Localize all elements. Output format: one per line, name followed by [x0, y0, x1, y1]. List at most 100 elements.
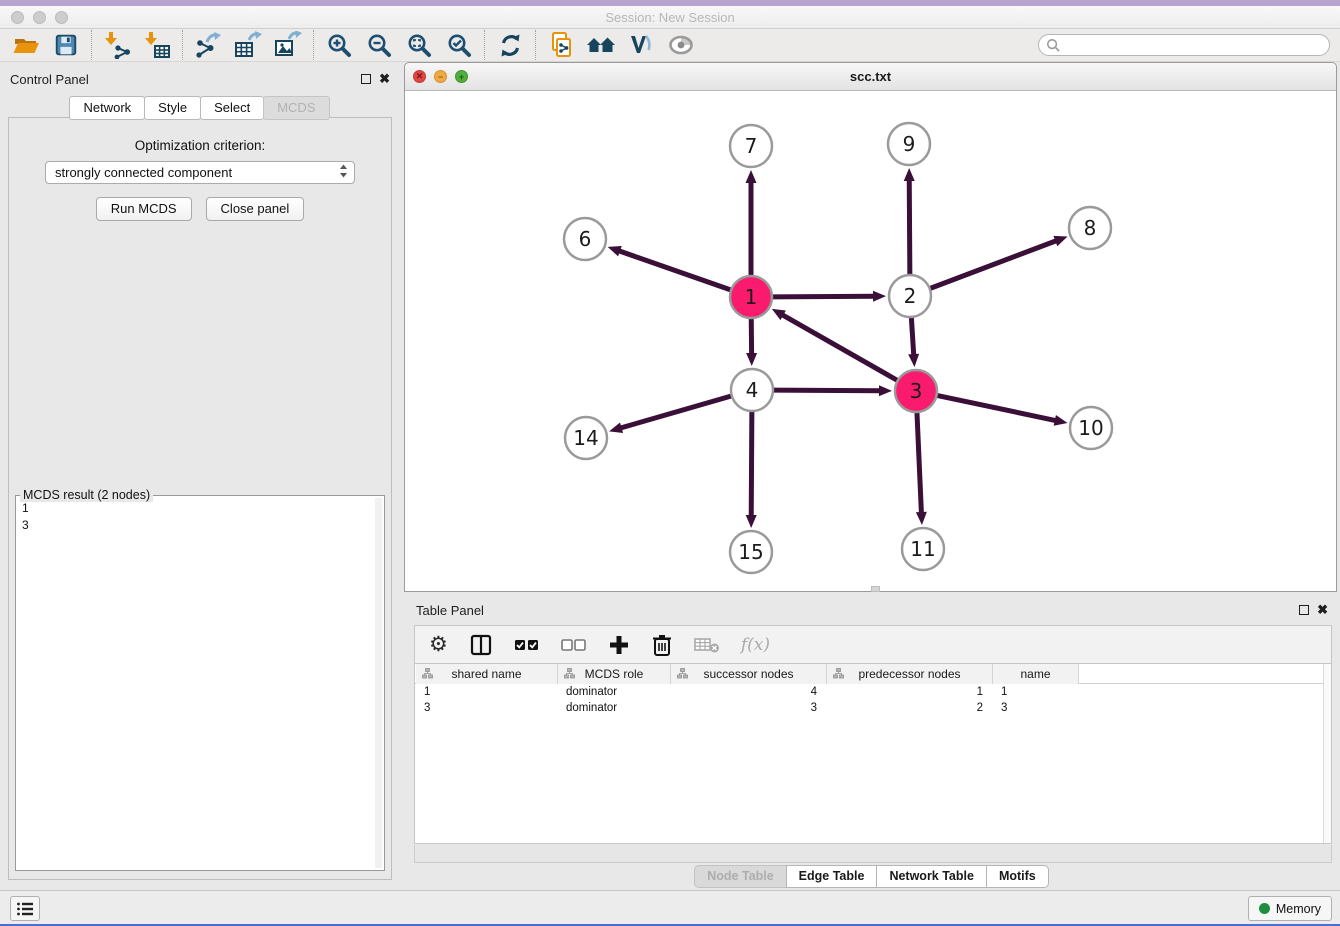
task-history-button[interactable]: [10, 896, 40, 921]
zoom-in-icon: [326, 32, 353, 59]
cell-predecessor-nodes[interactable]: 1: [827, 684, 993, 700]
zoom-selected-button[interactable]: [439, 30, 479, 61]
edge-1-2[interactable]: [773, 296, 875, 297]
import-table-button[interactable]: [137, 30, 177, 61]
edge-arrowhead: [609, 422, 623, 433]
cell-shared-name[interactable]: 3: [416, 700, 558, 716]
cell-successor-nodes[interactable]: 4: [671, 684, 827, 700]
clone-network-button[interactable]: [541, 30, 581, 61]
cell-predecessor-nodes[interactable]: 2: [827, 700, 993, 716]
close-panel-icon[interactable]: ✖: [379, 74, 390, 84]
apply-visual-style-button[interactable]: [621, 30, 661, 61]
edge-3-1[interactable]: [781, 314, 896, 380]
column-header-shared-name[interactable]: shared name: [416, 664, 558, 684]
column-sort-icon[interactable]: [677, 668, 688, 679]
apply-preferred-layout-button[interactable]: [581, 30, 621, 61]
node-label-9: 9: [903, 132, 916, 156]
network-view-window: ✕ − + scc.txt 1234678910111415: [404, 62, 1337, 592]
node-label-8: 8: [1084, 216, 1097, 240]
deselect-all-icon: [561, 637, 587, 653]
column-header-mcds-role[interactable]: MCDS role: [558, 664, 671, 684]
table-toolbar: ⚙: [414, 625, 1332, 664]
node-label-3: 3: [910, 379, 923, 403]
search-input[interactable]: [1061, 36, 1329, 54]
network-window-title: scc.txt: [405, 69, 1336, 84]
float-table-panel-icon[interactable]: [1299, 605, 1309, 615]
export-table-button[interactable]: [228, 30, 268, 61]
save-session-button[interactable]: [46, 30, 86, 61]
column-header-successor-nodes[interactable]: successor nodes: [671, 664, 827, 684]
close-panel-button[interactable]: Close panel: [206, 197, 305, 221]
edge-arrowhead: [879, 385, 892, 396]
visual-style-icon: [627, 31, 655, 59]
tab-edge-table[interactable]: Edge Table: [786, 865, 878, 888]
split-panel-button[interactable]: [469, 633, 493, 657]
column-sort-icon[interactable]: [833, 668, 844, 679]
edge-1-6[interactable]: [618, 251, 730, 290]
table-row-2[interactable]: 3dominator323: [415, 700, 1331, 716]
column-sort-icon[interactable]: [422, 668, 433, 679]
tab-motifs[interactable]: Motifs: [986, 865, 1049, 888]
cell-successor-nodes[interactable]: 3: [671, 700, 827, 716]
control-panel: Control Panel ✖ NetworkStyleSelectMCDS O…: [0, 62, 400, 888]
deselect-all-button[interactable]: [561, 637, 587, 653]
edge-3-11[interactable]: [917, 413, 921, 514]
optimization-criterion-label: Optimization criterion:: [9, 138, 391, 153]
delete-table-button[interactable]: [694, 635, 720, 655]
tab-network-table[interactable]: Network Table: [876, 865, 987, 888]
tab-select[interactable]: Select: [200, 96, 264, 120]
tab-node-table[interactable]: Node Table: [694, 865, 786, 888]
export-network-icon: [194, 31, 222, 59]
tab-style[interactable]: Style: [144, 96, 201, 120]
open-session-button[interactable]: [6, 30, 46, 61]
table-settings-button[interactable]: ⚙: [429, 635, 448, 655]
export-network-button[interactable]: [188, 30, 228, 61]
float-panel-icon[interactable]: [361, 74, 371, 84]
cell-name[interactable]: 1: [993, 684, 1079, 700]
edge-arrowhead: [908, 354, 919, 367]
tab-network[interactable]: Network: [69, 96, 145, 120]
search-field[interactable]: [1038, 34, 1330, 56]
fx-icon: f(x): [741, 635, 770, 655]
edge-arrowhead: [904, 168, 915, 181]
network-canvas[interactable]: 1234678910111415: [405, 92, 1336, 591]
zoom-fit-button[interactable]: [399, 30, 439, 61]
mcds-result-scrollbar[interactable]: [375, 498, 382, 868]
criterion-select[interactable]: strongly connected component: [45, 161, 355, 184]
edge-4-3[interactable]: [774, 390, 881, 391]
table-scrollbar[interactable]: [1323, 664, 1331, 843]
edge-4-15[interactable]: [751, 412, 752, 517]
list-icon: [16, 901, 34, 917]
function-builder-button[interactable]: f(x): [741, 635, 770, 655]
cell-name[interactable]: 3: [993, 700, 1079, 716]
select-all-button[interactable]: [514, 637, 540, 653]
zoom-in-button[interactable]: [319, 30, 359, 61]
cell-mcds-role[interactable]: dominator: [558, 700, 671, 716]
export-image-button[interactable]: [268, 30, 308, 61]
run-mcds-button[interactable]: Run MCDS: [96, 197, 192, 221]
delete-column-button[interactable]: [651, 633, 673, 657]
edge-3-10[interactable]: [938, 396, 1057, 421]
edge-2-3[interactable]: [911, 318, 913, 356]
column-header-name[interactable]: name: [993, 664, 1079, 684]
edge-2-8[interactable]: [931, 240, 1058, 288]
import-network-button[interactable]: [97, 30, 137, 61]
edge-2-9[interactable]: [909, 179, 910, 274]
edge-4-14[interactable]: [620, 396, 731, 428]
refresh-button[interactable]: [490, 30, 530, 61]
zoom-out-button[interactable]: [359, 30, 399, 61]
memory-button[interactable]: Memory: [1248, 896, 1332, 921]
column-sort-icon[interactable]: [564, 668, 575, 679]
cell-shared-name[interactable]: 1: [416, 684, 558, 700]
close-table-panel-icon[interactable]: ✖: [1317, 605, 1328, 615]
splitter-handle[interactable]: [871, 586, 880, 592]
show-graphics-details-button[interactable]: [661, 30, 701, 61]
trash-icon: [651, 633, 673, 657]
network-window-titlebar[interactable]: ✕ − + scc.txt: [405, 63, 1336, 91]
add-column-button[interactable]: [608, 634, 630, 656]
table-row-1[interactable]: 1dominator411: [415, 684, 1331, 700]
table-hscroll-area[interactable]: [414, 845, 1332, 863]
tab-mcds[interactable]: MCDS: [263, 96, 329, 120]
column-header-predecessor-nodes[interactable]: predecessor nodes: [827, 664, 993, 684]
cell-mcds-role[interactable]: dominator: [558, 684, 671, 700]
